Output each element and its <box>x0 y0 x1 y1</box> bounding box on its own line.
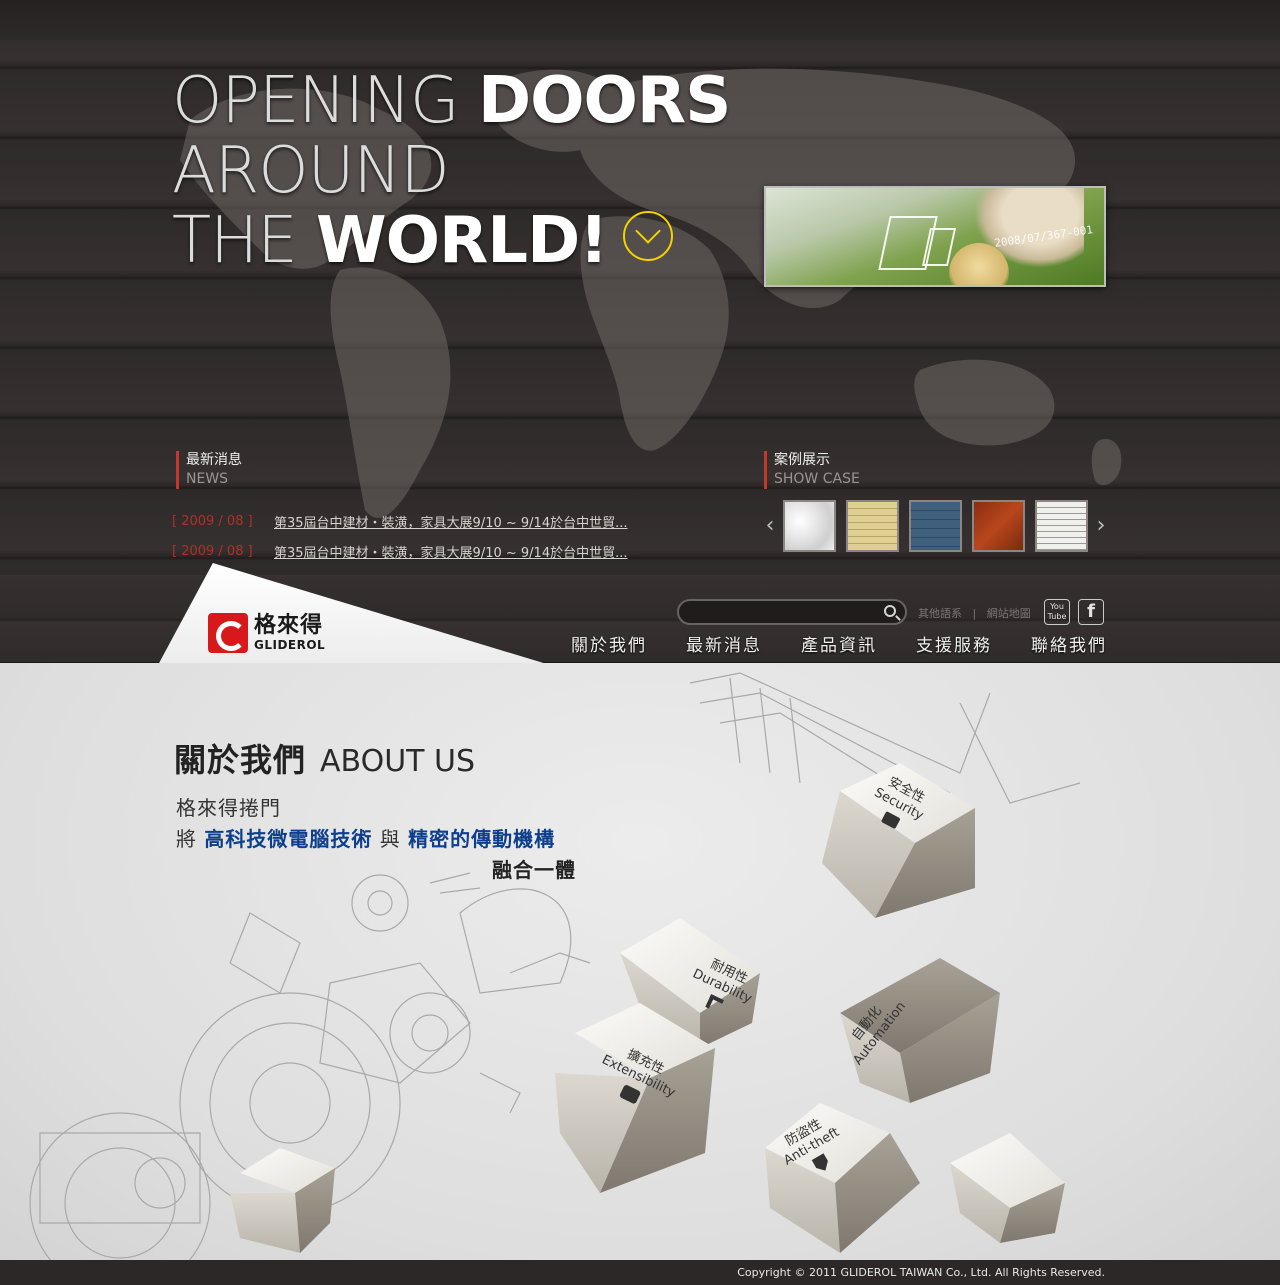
news-date: [ 2009 / 08 ] <box>172 513 253 529</box>
logo-name-en: GLIDEROL <box>254 638 326 652</box>
search-input[interactable] <box>689 604 874 622</box>
chevron-left-icon[interactable]: ‹ <box>762 500 778 552</box>
news-title-en: NEWS <box>186 471 229 487</box>
news-title-zh: 最新消息 <box>186 452 242 468</box>
hero-banner: OPENING DOORS AROUND THE WORLD! 2008/07/… <box>0 0 1280 575</box>
headline-line3-thin: THE <box>172 204 316 278</box>
scroll-down-icon[interactable] <box>623 211 674 262</box>
chevron-right-icon[interactable]: › <box>1093 500 1109 552</box>
search-box <box>677 599 907 625</box>
showcase-thumb-marble[interactable] <box>783 500 836 552</box>
feature-cube-antitheft[interactable] <box>765 1103 920 1253</box>
main-menu: 關於我們 最新消息 產品資訊 支援服務 聯絡我們 <box>571 631 1107 656</box>
facebook-icon[interactable]: f <box>1078 599 1104 625</box>
news-list: [ 2009 / 08 ] 第35屆台中建材・裝潢，家具大展9/10 ~ 9/1… <box>172 506 627 566</box>
sitemap-link[interactable]: 網站地圖 <box>987 607 1031 620</box>
decorative-cube-left <box>230 1148 335 1253</box>
headline-line1-bold: DOORS <box>477 64 731 138</box>
showcase-thumb-blue-shutter[interactable] <box>909 500 962 552</box>
news-item[interactable]: [ 2009 / 08 ] 第35屆台中建材・裝潢，家具大展9/10 ~ 9/1… <box>172 536 627 566</box>
language-link[interactable]: 其他語系 <box>918 607 962 620</box>
nav-support[interactable]: 支援服務 <box>916 631 992 656</box>
copyright-text: Copyright © 2011 GLIDEROL TAIWAN Co., Lt… <box>737 1266 1105 1279</box>
brand-logo[interactable]: 格來得 GLIDEROL <box>208 613 325 653</box>
nav-products[interactable]: 產品資訊 <box>801 631 877 656</box>
logo-text: 格來得 GLIDEROL <box>254 613 326 653</box>
news-link[interactable]: 第35屆台中建材・裝潢，家具大展9/10 ~ 9/14於台中世貿... <box>274 542 627 561</box>
link-separator: | <box>972 607 977 620</box>
nav-about[interactable]: 關於我們 <box>571 631 647 656</box>
showcase-heading: 案例展示 SHOW CASE <box>764 451 860 489</box>
showcase-thumb-white-louver[interactable] <box>1035 500 1088 552</box>
logo-mark-icon <box>208 613 248 653</box>
news-date: [ 2009 / 08 ] <box>172 543 253 559</box>
showcase-title-en: SHOW CASE <box>774 471 860 487</box>
showcase-carousel: ‹ › <box>762 500 1109 552</box>
logo-name-zh: 格來得 <box>254 613 324 638</box>
news-link[interactable]: 第35屆台中建材・裝潢，家具大展9/10 ~ 9/14於台中世貿... <box>274 512 627 531</box>
feature-cubes <box>230 763 1065 1253</box>
showcase-thumb-beige-shutter[interactable] <box>846 500 899 552</box>
nav-contact[interactable]: 聯絡我們 <box>1031 631 1107 656</box>
youtube-icon-text-top: You <box>1050 602 1064 611</box>
utility-links: 其他語系 | 網站地圖 <box>918 605 1031 621</box>
headline-line1-thin: OPENING <box>172 64 478 138</box>
nav-news[interactable]: 最新消息 <box>686 631 762 656</box>
about-section: 關於我們 ABOUT US 格來得捲門 將 高科技微電腦技術 與 精密的傳動機構 … <box>0 663 1280 1260</box>
decorative-cube-right <box>950 1133 1065 1243</box>
showcase-title-zh: 案例展示 <box>774 452 830 468</box>
headline-line3-bold: WORLD! <box>316 204 608 278</box>
footer: Copyright © 2011 GLIDEROL TAIWAN Co., Lt… <box>0 1260 1280 1285</box>
headline-line2: AROUND <box>172 134 450 208</box>
main-navbar: 格來得 GLIDEROL 其他語系 | 網站地圖 You Tube f 關於我們… <box>0 563 1280 665</box>
youtube-icon-text-bottom: Tube <box>1047 612 1067 621</box>
hero-headline: OPENING DOORS AROUND THE WORLD! <box>172 64 731 278</box>
hero-photo[interactable]: 2008/07/367-001 <box>764 186 1106 287</box>
showcase-thumb-wood[interactable] <box>972 500 1025 552</box>
news-item[interactable]: [ 2009 / 08 ] 第35屆台中建材・裝潢，家具大展9/10 ~ 9/1… <box>172 506 627 536</box>
search-icon[interactable] <box>884 605 896 617</box>
news-heading: 最新消息 NEWS <box>176 451 242 489</box>
youtube-icon[interactable]: You Tube <box>1044 599 1070 625</box>
